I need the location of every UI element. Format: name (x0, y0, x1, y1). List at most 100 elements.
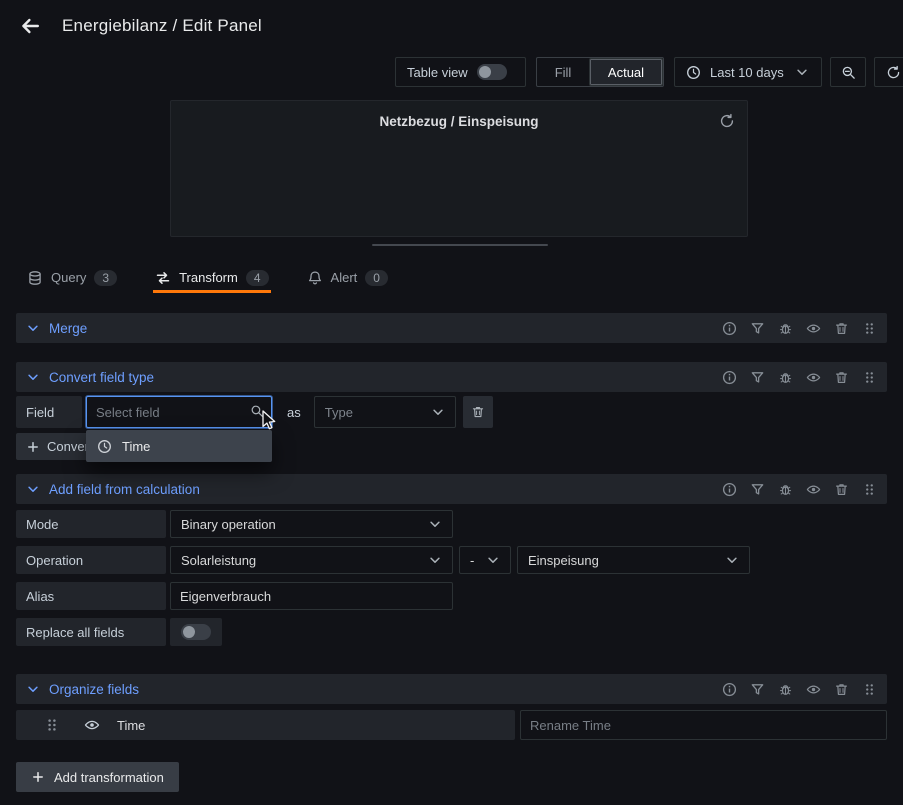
mode-select[interactable]: Binary operation (170, 510, 453, 538)
mode-row: Mode Binary operation (16, 510, 453, 538)
rename-field-input[interactable] (520, 710, 887, 740)
panel-title: Netzbezug / Einspeisung (171, 114, 747, 129)
alias-input[interactable] (170, 582, 453, 610)
as-label: as (287, 396, 301, 428)
operation-right-select[interactable]: Einspeisung (517, 546, 750, 574)
operator-value: - (470, 553, 474, 568)
collapse-chevron-icon[interactable] (26, 370, 40, 384)
replace-all-fields-toggle[interactable] (181, 624, 211, 640)
plus-icon (26, 440, 40, 454)
info-icon[interactable] (722, 370, 737, 385)
fill-option[interactable]: Fill (537, 58, 589, 86)
section-title[interactable]: Add field from calculation (49, 482, 200, 497)
plus-icon (31, 770, 45, 784)
debug-icon[interactable] (778, 370, 793, 385)
select-field-input[interactable] (86, 396, 272, 428)
transform-section-convert: Convert field type (16, 362, 887, 392)
delete-icon[interactable] (834, 682, 849, 697)
tab-query[interactable]: Query 3 (25, 262, 119, 293)
filter-icon[interactable] (750, 482, 765, 497)
tab-alert[interactable]: Alert 0 (305, 262, 390, 293)
chevron-down-icon (795, 65, 809, 79)
info-icon[interactable] (722, 682, 737, 697)
info-icon[interactable] (722, 321, 737, 336)
transform-section-organize: Organize fields (16, 674, 887, 704)
delete-icon[interactable] (834, 482, 849, 497)
zoom-out-button[interactable] (830, 57, 866, 87)
visibility-icon[interactable] (806, 321, 821, 336)
alias-label: Alias (16, 582, 166, 610)
operator-select[interactable]: - (459, 546, 511, 574)
transform-count-badge: 4 (246, 270, 269, 286)
time-range-picker[interactable]: Last 10 days (674, 57, 822, 87)
search-icon (250, 404, 264, 418)
chevron-down-icon (428, 553, 442, 567)
debug-icon[interactable] (778, 321, 793, 336)
drag-handle-icon[interactable] (862, 482, 877, 497)
query-count-badge: 3 (94, 270, 117, 286)
field-label: Field (16, 396, 82, 428)
filter-icon[interactable] (750, 321, 765, 336)
visibility-icon[interactable] (84, 717, 100, 733)
table-view-switch-icon[interactable] (477, 64, 507, 80)
convert-field-row: Field as Type (16, 396, 887, 428)
visibility-icon[interactable] (806, 482, 821, 497)
field-select-dropdown: Time (86, 430, 272, 462)
editor-tabs: Query 3 Transform 4 Alert 0 (0, 262, 903, 293)
debug-icon[interactable] (778, 682, 793, 697)
section-actions (722, 682, 877, 697)
transform-section-merge: Merge (16, 313, 887, 343)
actual-option[interactable]: Actual (589, 58, 663, 86)
organize-field-name: Time (117, 718, 145, 733)
mode-label: Mode (16, 510, 166, 538)
operation-label: Operation (16, 546, 166, 574)
drag-handle-icon[interactable] (44, 717, 60, 733)
collapse-chevron-icon[interactable] (26, 682, 40, 696)
query-icon (27, 270, 43, 286)
delete-icon[interactable] (834, 321, 849, 336)
debug-icon[interactable] (778, 482, 793, 497)
visibility-icon[interactable] (806, 370, 821, 385)
clock-icon (97, 439, 112, 454)
section-title[interactable]: Merge (49, 321, 87, 336)
section-actions (722, 321, 877, 336)
drag-handle-icon[interactable] (862, 682, 877, 697)
collapse-chevron-icon[interactable] (26, 321, 40, 335)
dropdown-option-label: Time (122, 439, 150, 454)
panel-toolbar: Table view Fill Actual Last 10 days (0, 57, 903, 87)
refresh-icon (886, 65, 901, 80)
section-title[interactable]: Convert field type (49, 370, 154, 385)
filter-icon[interactable] (750, 682, 765, 697)
add-transformation-label: Add transformation (54, 770, 164, 785)
tab-transform[interactable]: Transform 4 (153, 262, 270, 293)
chevron-down-icon (428, 517, 442, 531)
remove-conversion-button[interactable] (463, 396, 493, 428)
panel-resize-handle[interactable] (372, 244, 548, 246)
chevron-down-icon (725, 553, 739, 567)
delete-icon[interactable] (834, 370, 849, 385)
panel-sync-icon[interactable] (719, 113, 735, 129)
clock-icon (686, 65, 701, 80)
collapse-chevron-icon[interactable] (26, 482, 40, 496)
filter-icon[interactable] (750, 370, 765, 385)
tab-label: Alert (331, 270, 358, 285)
back-icon[interactable] (18, 14, 42, 38)
operation-left-select[interactable]: Solarleistung (170, 546, 453, 574)
transform-icon (155, 270, 171, 286)
alias-row: Alias (16, 582, 453, 610)
select-field-wrapper (86, 396, 272, 428)
refresh-button[interactable] (874, 57, 903, 87)
section-title[interactable]: Organize fields (49, 682, 139, 697)
dropdown-option-time[interactable]: Time (86, 430, 272, 462)
visibility-icon[interactable] (806, 682, 821, 697)
table-view-toggle[interactable]: Table view (395, 57, 526, 87)
tab-label: Query (51, 270, 86, 285)
type-select[interactable]: Type (314, 396, 456, 428)
grafana-edit-panel-screen: Energiebilanz / Edit Panel Table view Fi… (0, 0, 903, 805)
drag-handle-icon[interactable] (862, 370, 877, 385)
replace-all-fields-toggle-cell (170, 618, 222, 646)
drag-handle-icon[interactable] (862, 321, 877, 336)
add-transformation-button[interactable]: Add transformation (16, 762, 179, 792)
info-icon[interactable] (722, 482, 737, 497)
tab-label: Transform (179, 270, 238, 285)
